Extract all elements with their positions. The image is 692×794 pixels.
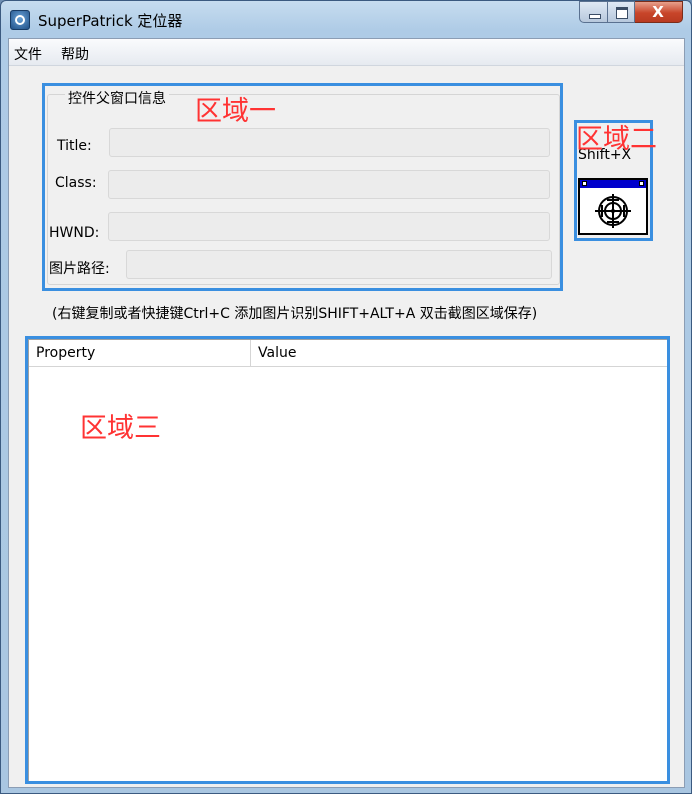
maximize-icon <box>616 7 628 19</box>
close-button[interactable]: X <box>635 1 683 23</box>
menu-file[interactable]: 文件 <box>14 44 42 64</box>
menu-bar: 文件 帮助 <box>9 39 684 66</box>
app-window: SuperPatrick 定位器 X 文件 帮助 控件父窗口信息 Title: … <box>0 0 692 794</box>
minimize-button[interactable] <box>579 1 608 23</box>
menu-help[interactable]: 帮助 <box>61 44 89 64</box>
region3-annotation-label: 区域三 <box>80 413 161 444</box>
maximize-button[interactable] <box>608 1 635 23</box>
window-title: SuperPatrick 定位器 <box>38 12 183 30</box>
region1-annotation-label: 区域一 <box>195 96 276 127</box>
app-icon <box>10 10 30 30</box>
minimize-icon <box>589 14 601 19</box>
region3-annotation-box <box>25 336 670 784</box>
region2-annotation-label: 区域二 <box>576 124 657 155</box>
caption-buttons: X <box>579 1 683 23</box>
title-bar[interactable]: SuperPatrick 定位器 X <box>1 1 691 37</box>
region1-annotation-box <box>42 83 563 291</box>
hint-text: (右键复制或者快捷键Ctrl+C 添加图片识别SHIFT+ALT+A 双击截图区… <box>52 306 538 322</box>
close-icon: X <box>652 3 664 21</box>
